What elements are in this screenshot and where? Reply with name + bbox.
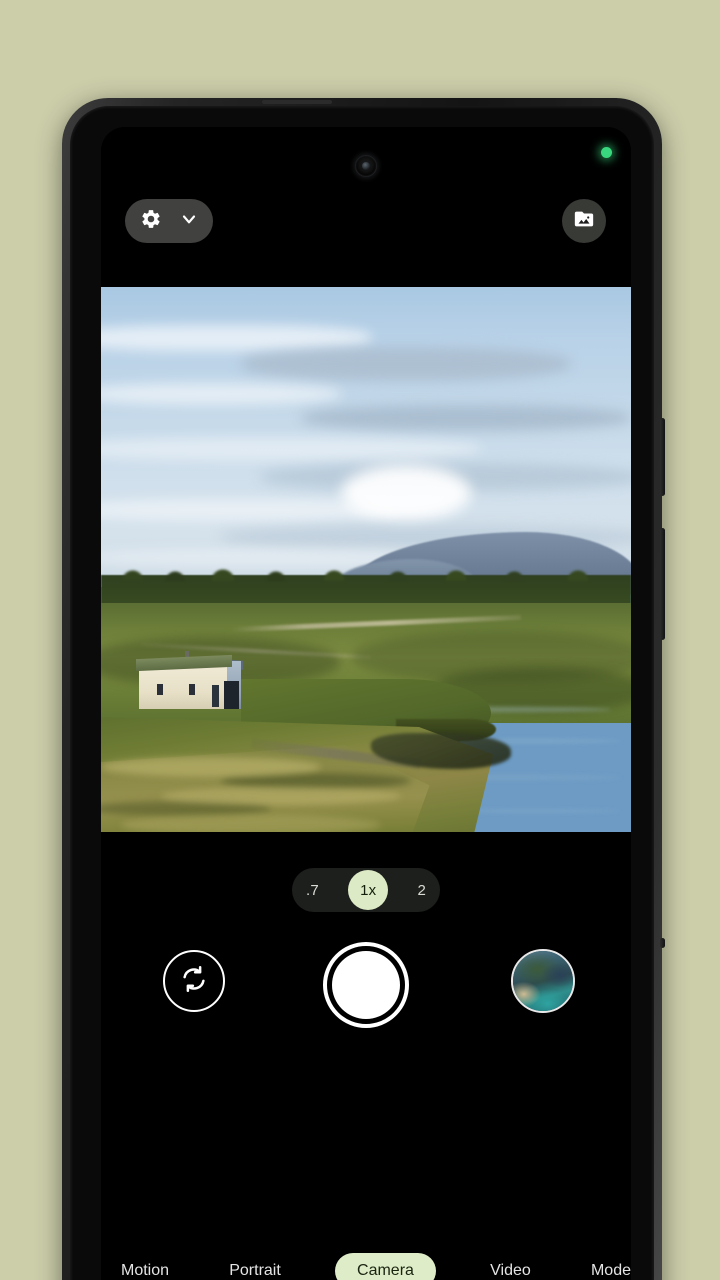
shutter-icon [332, 951, 400, 1019]
privacy-indicator-icon [601, 147, 612, 158]
chevron-down-icon [179, 209, 199, 234]
volume-button[interactable] [660, 528, 665, 640]
cottage-window [157, 684, 163, 695]
shutter-row [101, 942, 631, 1052]
mode-item-video[interactable]: Video [484, 1262, 537, 1280]
side-button[interactable] [660, 938, 665, 948]
cottage-window [189, 684, 195, 695]
earpiece-speaker [262, 100, 332, 104]
gallery-button[interactable] [562, 199, 606, 243]
zoom-option-1x[interactable]: 1x [348, 870, 389, 910]
dry-grass [101, 757, 321, 777]
zoom-option-0point7[interactable]: .7 [306, 882, 319, 899]
phone-device: .7 1x 2 Motion Portrait Camera Video Mod… [62, 98, 665, 1280]
mode-item-portrait[interactable]: Portrait [223, 1262, 287, 1280]
mode-item-motion[interactable]: Motion [115, 1262, 175, 1280]
camera-controls: .7 1x 2 Motion Portrait Camera Video Mod… [101, 832, 631, 1280]
shed-door [224, 681, 239, 709]
zoom-option-2x[interactable]: 2 [417, 882, 426, 899]
cloud [241, 347, 571, 381]
zoom-selector[interactable]: .7 1x 2 [292, 868, 440, 912]
shutter-button[interactable] [323, 942, 409, 1028]
mode-selector[interactable]: Motion Portrait Camera Video Modes [101, 1253, 631, 1280]
last-photo-thumbnail-button[interactable] [511, 949, 575, 1013]
camera-switch-icon [179, 964, 209, 999]
mode-item-modes[interactable]: Modes [585, 1262, 631, 1280]
dry-grass [121, 815, 381, 832]
camera-switch-button[interactable] [163, 950, 225, 1012]
cloud [101, 437, 481, 461]
phone-bezel: .7 1x 2 Motion Portrait Camera Video Mod… [70, 106, 654, 1280]
cloud [101, 499, 401, 521]
camera-settings-button[interactable] [125, 199, 213, 243]
dry-grass [161, 787, 401, 805]
cottage [136, 651, 249, 709]
cottage-door [212, 685, 219, 707]
phone-screen: .7 1x 2 Motion Portrait Camera Video Mod… [101, 127, 631, 1280]
power-button[interactable] [660, 418, 665, 496]
cloud [101, 383, 341, 405]
photo-thumbnail [513, 951, 573, 1011]
cloud [101, 325, 371, 351]
cloud [301, 405, 631, 431]
camera-viewfinder[interactable] [101, 287, 631, 832]
mode-item-camera[interactable]: Camera [335, 1253, 436, 1280]
gear-icon [140, 208, 162, 235]
front-camera-icon [355, 155, 377, 177]
camera-topbar [101, 127, 631, 287]
photo-folder-icon [573, 208, 595, 235]
